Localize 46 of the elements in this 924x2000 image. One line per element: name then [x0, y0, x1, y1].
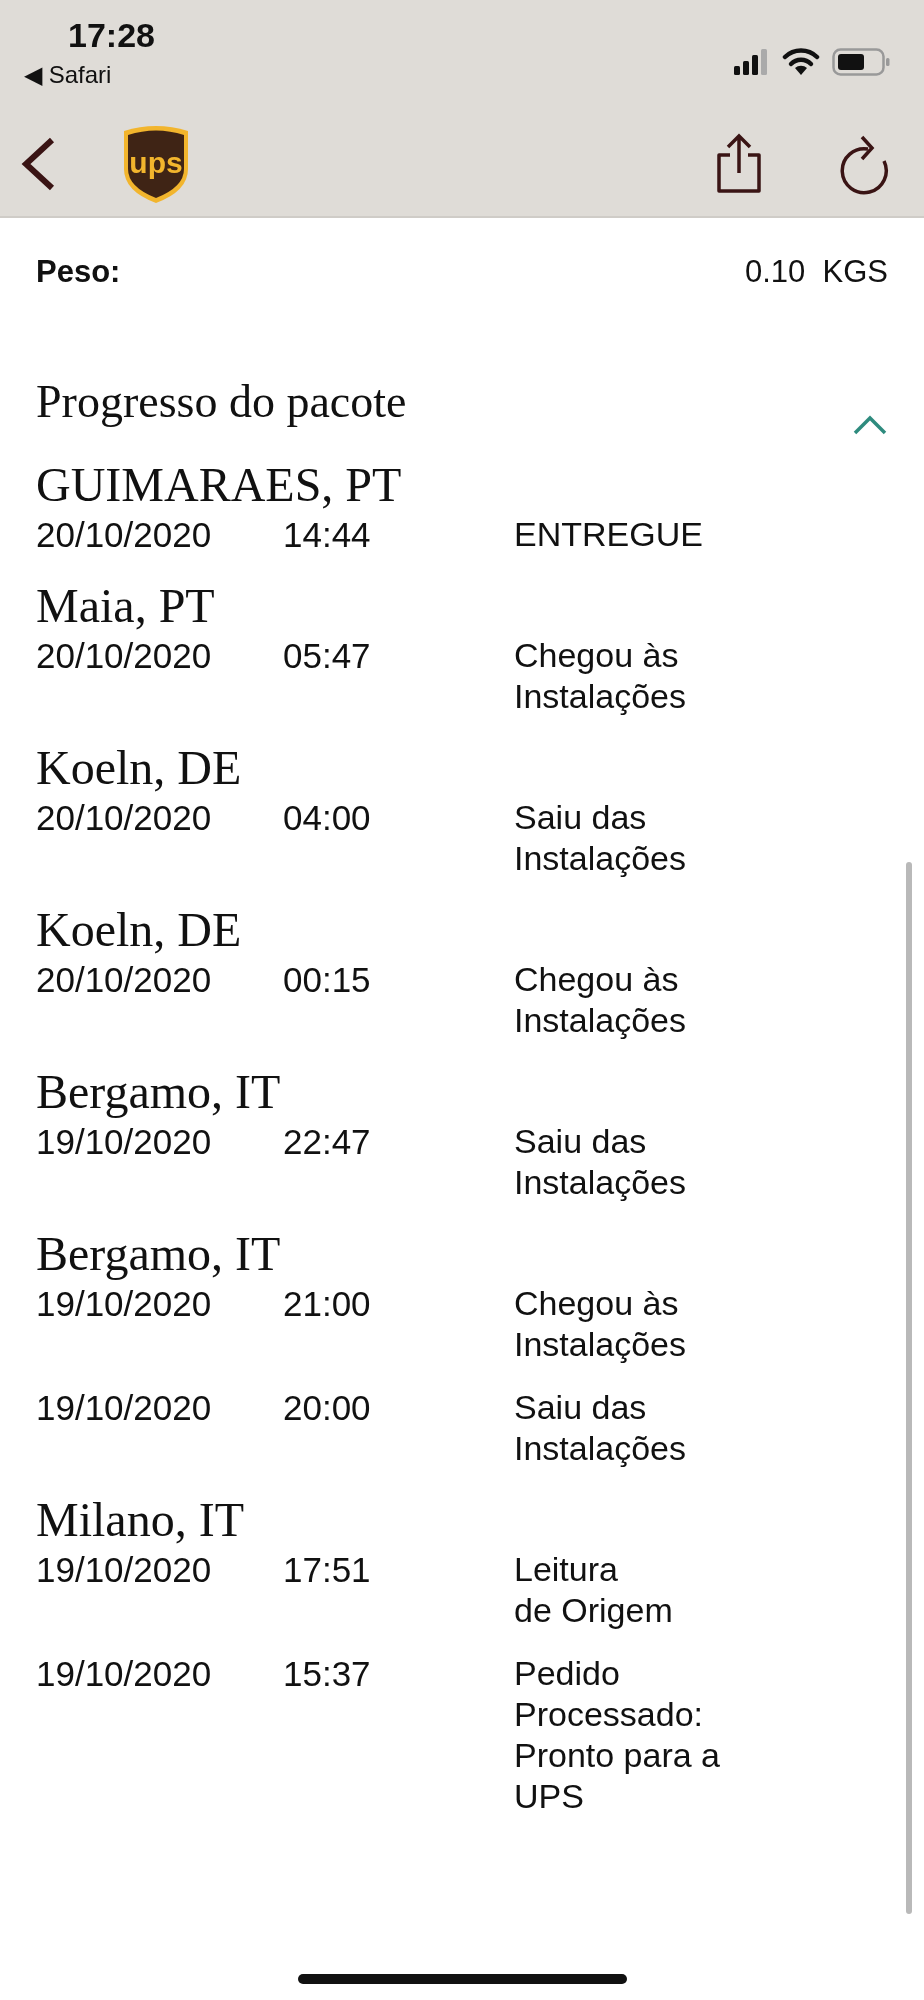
event-date: 20/10/2020	[36, 635, 212, 676]
event-status: Chegou às Instalações	[514, 635, 686, 717]
event-status: Saiu das Instalações	[514, 1121, 686, 1203]
wifi-icon	[782, 48, 820, 76]
event-location: Bergamo, IT	[36, 1226, 281, 1282]
event-time: 04:00	[283, 797, 371, 838]
event-location: Milano, IT	[36, 1492, 244, 1548]
signal-icon	[734, 49, 770, 75]
event-time: 15:37	[283, 1653, 371, 1694]
event-date: 19/10/2020	[36, 1121, 212, 1162]
back-button[interactable]	[20, 136, 56, 192]
event-location: Koeln, DE	[36, 902, 242, 958]
weight-value: 0.10 KGS	[744, 254, 888, 290]
event-location: Koeln, DE	[36, 740, 242, 796]
event-time: 20:00	[283, 1387, 371, 1428]
event-status: Saiu das Instalações	[514, 797, 686, 879]
event-date: 20/10/2020	[36, 797, 212, 838]
event-time: 22:47	[283, 1121, 371, 1162]
share-button[interactable]	[714, 133, 764, 195]
battery-icon	[832, 48, 890, 76]
event-location: Maia, PT	[36, 578, 215, 634]
event-status: Chegou às Instalações	[514, 1283, 686, 1365]
event-location: Bergamo, IT	[36, 1064, 281, 1120]
event-time: 17:51	[283, 1549, 371, 1590]
event-date: 19/10/2020	[36, 1283, 212, 1324]
event-date: 20/10/2020	[36, 514, 212, 555]
event-status: Chegou às Instalações	[514, 959, 686, 1041]
event-date: 20/10/2020	[36, 959, 212, 1000]
event-time: 21:00	[283, 1283, 371, 1324]
event-date: 19/10/2020	[36, 1549, 212, 1590]
event-status: Leitura de Origem	[514, 1549, 673, 1631]
event-date: 19/10/2020	[36, 1653, 212, 1694]
weight-label: Peso:	[36, 254, 121, 290]
section-title: Progresso do pacote	[36, 375, 407, 429]
event-time: 00:15	[283, 959, 371, 1000]
back-to-app-link[interactable]: ◀ Safari	[24, 61, 112, 89]
event-time: 14:44	[283, 514, 371, 555]
event-status: ENTREGUE	[514, 514, 703, 555]
event-time: 05:47	[283, 635, 371, 676]
event-status: Pedido Processado: Pronto para a UPS	[514, 1653, 721, 1817]
event-status: Saiu das Instalações	[514, 1387, 686, 1469]
event-date: 19/10/2020	[36, 1387, 212, 1428]
collapse-button[interactable]	[852, 414, 888, 436]
status-time: 17:28	[68, 16, 155, 55]
reload-button[interactable]	[838, 133, 890, 195]
event-location: GUIMARAES, PT	[36, 457, 402, 513]
